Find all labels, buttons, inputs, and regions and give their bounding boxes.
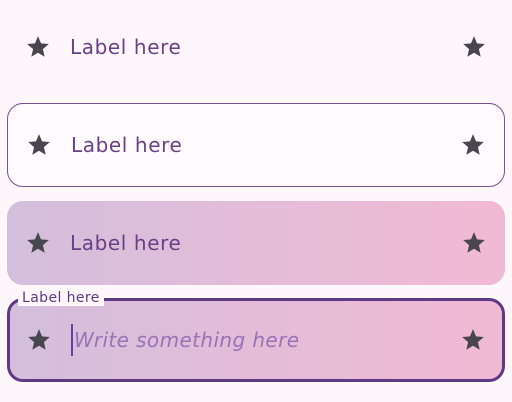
star-icon[interactable]	[460, 132, 486, 158]
text-input[interactable]	[74, 328, 460, 352]
text-field-focused[interactable]	[7, 298, 505, 382]
star-icon[interactable]	[461, 230, 487, 256]
text-field-outlined[interactable]: Label here	[7, 103, 505, 187]
star-icon	[26, 327, 52, 353]
star-icon[interactable]	[460, 327, 486, 353]
floating-label: Label here	[18, 290, 104, 306]
star-icon	[26, 132, 52, 158]
star-icon[interactable]	[461, 34, 487, 60]
field-label: Label here	[71, 133, 183, 157]
text-field-plain[interactable]: Label here	[7, 5, 505, 89]
text-caret	[71, 324, 73, 356]
star-icon	[25, 230, 51, 256]
star-icon	[25, 34, 51, 60]
field-label: Label here	[70, 231, 182, 255]
field-label: Label here	[70, 35, 182, 59]
text-field-filled[interactable]: Label here	[7, 201, 505, 285]
input-wrapper	[71, 323, 460, 357]
